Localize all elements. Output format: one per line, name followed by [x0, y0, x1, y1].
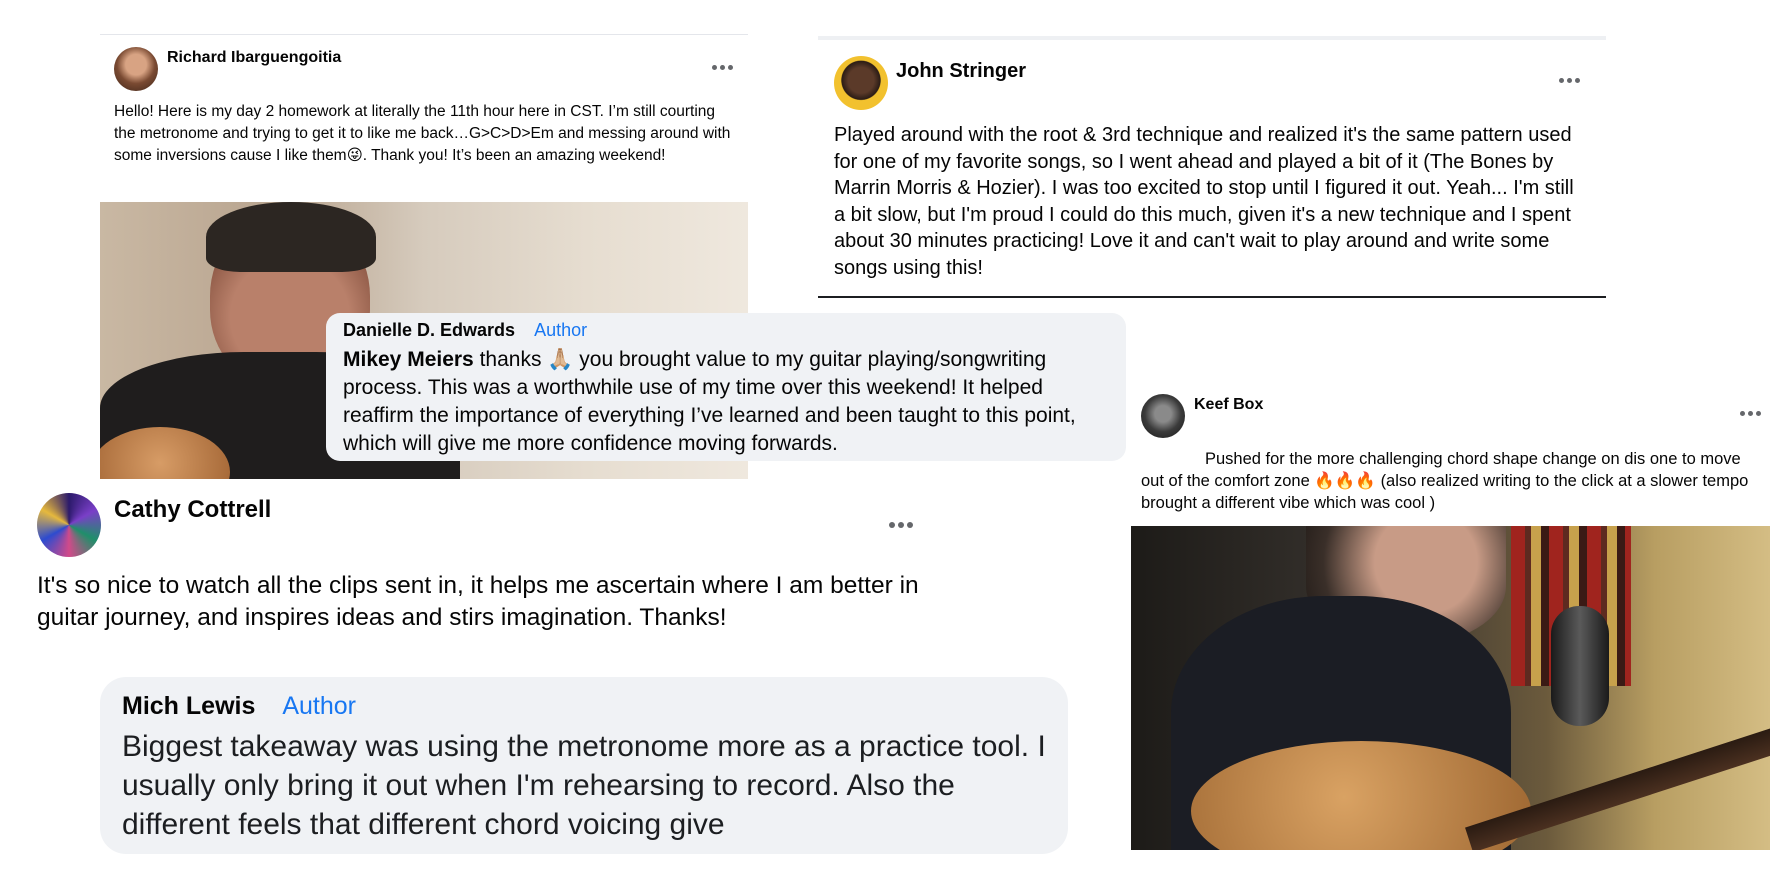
comment-author-name[interactable]: Mich Lewis Author — [122, 692, 356, 721]
comment-danielle: Danielle D. Edwards Author Mikey Meiers … — [326, 313, 1126, 461]
avatar-john[interactable] — [834, 56, 888, 110]
post-text: Hello! Here is my day 2 homework at lite… — [114, 103, 731, 164]
author-name[interactable]: John Stringer — [896, 60, 1026, 83]
post-keef: Keef Box Pushed for the more challenging… — [1130, 390, 1770, 850]
more-horizontal-icon[interactable] — [889, 522, 913, 528]
author-name[interactable]: Richard Ibarguengoitia — [167, 49, 341, 67]
comment-body: Biggest takeaway was using the metronome… — [122, 730, 1046, 841]
post-john: John Stringer Played around with the roo… — [818, 36, 1606, 298]
post-text: It's so nice to watch all the clips sent… — [37, 572, 919, 631]
author-badge: Author — [282, 692, 356, 720]
post-cathy: Cathy Cottrell It's so nice to watch all… — [20, 480, 950, 650]
mention-link[interactable]: Mikey Meiers — [343, 348, 474, 371]
video-thumbnail[interactable] — [1131, 526, 1770, 850]
post-text: Played around with the root & 3rd techni… — [834, 124, 1574, 279]
post-text: Pushed for the more challenging chord sh… — [1141, 450, 1749, 512]
author-name[interactable]: Mich Lewis — [122, 692, 255, 720]
avatar-cathy[interactable] — [37, 493, 101, 557]
avatar-keef[interactable] — [1141, 394, 1185, 438]
author-name[interactable]: Cathy Cottrell — [114, 496, 271, 524]
comment-text: Mikey Meiers thanks 🙏🏼 you brought value… — [343, 346, 1118, 458]
microphone-shape — [1551, 606, 1609, 726]
author-name[interactable]: Keef Box — [1194, 396, 1263, 414]
more-horizontal-icon[interactable] — [1740, 411, 1761, 416]
comment-mich: Mich Lewis Author Biggest takeaway was u… — [100, 677, 1068, 854]
comment-author-name[interactable]: Danielle D. Edwards Author — [343, 320, 587, 341]
more-horizontal-icon[interactable] — [712, 65, 733, 70]
more-horizontal-icon[interactable] — [1559, 78, 1580, 83]
author-badge: Author — [534, 320, 588, 340]
hair-shape — [206, 202, 376, 272]
author-name[interactable]: Danielle D. Edwards — [343, 320, 515, 340]
avatar-richard[interactable] — [114, 47, 158, 91]
